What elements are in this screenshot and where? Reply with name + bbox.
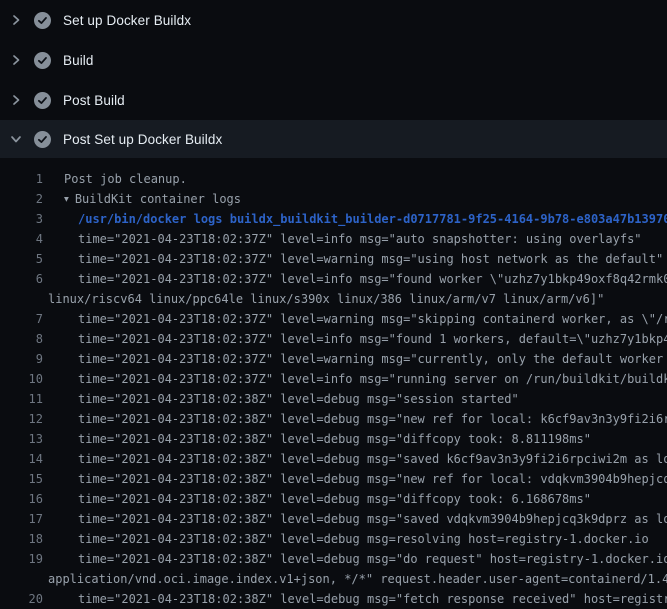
log-line-text: time="2021-04-23T18:02:37Z" level=warnin… xyxy=(48,309,667,329)
log-line-text: linux/riscv64 linux/ppc64le linux/s390x … xyxy=(48,289,667,309)
check-circle-icon xyxy=(34,92,51,109)
log-line: 15time="2021-04-23T18:02:38Z" level=debu… xyxy=(0,469,667,489)
check-circle-icon xyxy=(34,52,51,69)
log-line-number[interactable]: 2 xyxy=(0,189,43,209)
log-line-number[interactable]: 5 xyxy=(0,249,43,269)
log-line: 7time="2021-04-23T18:02:37Z" level=warni… xyxy=(0,309,667,329)
log-line-number-empty xyxy=(0,569,43,589)
log-line-number-empty xyxy=(0,289,43,309)
log-line-number[interactable]: 17 xyxy=(0,509,43,529)
log-line-text: time="2021-04-23T18:02:38Z" level=debug … xyxy=(48,529,667,549)
log-line-number[interactable]: 11 xyxy=(0,389,43,409)
log-line-number[interactable]: 14 xyxy=(0,449,43,469)
log-lines: 1Post job cleanup.2 ▼ BuildKit container l… xyxy=(0,158,667,609)
log-line: 13time="2021-04-23T18:02:38Z" level=debu… xyxy=(0,429,667,449)
log-line-number[interactable]: 13 xyxy=(0,429,43,449)
chevron-right-icon xyxy=(10,94,22,106)
log-line: 9time="2021-04-23T18:02:37Z" level=warni… xyxy=(0,349,667,369)
check-circle-icon xyxy=(34,12,51,29)
log-line-text: time="2021-04-23T18:02:37Z" level=info m… xyxy=(48,229,667,249)
log-line-text: application/vnd.oci.image.index.v1+json,… xyxy=(48,569,667,589)
log-line-text: time="2021-04-23T18:02:38Z" level=debug … xyxy=(48,389,667,409)
log-line-text: time="2021-04-23T18:02:38Z" level=debug … xyxy=(48,429,667,449)
log-line-wrap: linux/riscv64 linux/ppc64le linux/s390x … xyxy=(0,289,667,309)
check-circle-icon xyxy=(34,131,51,148)
log-line-text: time="2021-04-23T18:02:37Z" level=info m… xyxy=(48,329,667,349)
log-line: 20time="2021-04-23T18:02:38Z" level=debu… xyxy=(0,589,667,609)
log-line: 5time="2021-04-23T18:02:37Z" level=warni… xyxy=(0,249,667,269)
log-line-text: time="2021-04-23T18:02:38Z" level=debug … xyxy=(48,409,667,429)
log-line-number[interactable]: 1 xyxy=(0,169,43,189)
log-line: 14time="2021-04-23T18:02:38Z" level=debu… xyxy=(0,449,667,469)
log-line: 11time="2021-04-23T18:02:38Z" level=debu… xyxy=(0,389,667,409)
log-line-text: Post job cleanup. xyxy=(48,169,667,189)
chevron-right-icon xyxy=(10,14,22,26)
log-line-number[interactable]: 7 xyxy=(0,309,43,329)
log-line-number[interactable]: 8 xyxy=(0,329,43,349)
group-collapse-icon[interactable]: ▼ xyxy=(64,190,69,210)
log-line-number[interactable]: 19 xyxy=(0,549,43,569)
step-row-setup-docker-buildx[interactable]: Set up Docker Buildx xyxy=(0,0,667,40)
log-line: 17time="2021-04-23T18:02:38Z" level=debu… xyxy=(0,509,667,529)
step-row-post-setup-docker-buildx[interactable]: Post Set up Docker Buildx xyxy=(0,120,667,158)
log-line-number[interactable]: 9 xyxy=(0,349,43,369)
log-line-text: time="2021-04-23T18:02:38Z" level=debug … xyxy=(48,509,667,529)
log-line-number[interactable]: 6 xyxy=(0,269,43,289)
log-line: 1Post job cleanup. xyxy=(0,169,667,189)
log-line-text: time="2021-04-23T18:02:38Z" level=debug … xyxy=(48,589,667,609)
log-line-number[interactable]: 3 xyxy=(0,209,43,229)
group-title: BuildKit container logs xyxy=(75,192,241,206)
step-row-post-build[interactable]: Post Build xyxy=(0,80,667,120)
log-line: 6time="2021-04-23T18:02:37Z" level=info … xyxy=(0,269,667,289)
log-line-text: ▼ BuildKit container logs xyxy=(48,189,667,209)
log-line-wrap: application/vnd.oci.image.index.v1+json,… xyxy=(0,569,667,589)
log-line-number[interactable]: 18 xyxy=(0,529,43,549)
log-line: 4time="2021-04-23T18:02:37Z" level=info … xyxy=(0,229,667,249)
log-line: 10time="2021-04-23T18:02:37Z" level=info… xyxy=(0,369,667,389)
log-line-text: time="2021-04-23T18:02:38Z" level=debug … xyxy=(48,489,667,509)
log-line-text: time="2021-04-23T18:02:37Z" level=warnin… xyxy=(48,349,667,369)
step-title: Build xyxy=(63,53,94,68)
log-line-text: time="2021-04-23T18:02:38Z" level=debug … xyxy=(48,449,667,469)
log-command-text: /usr/bin/docker logs buildx_buildkit_bui… xyxy=(48,209,667,229)
chevron-down-icon xyxy=(10,133,22,145)
log-line: 16time="2021-04-23T18:02:38Z" level=debu… xyxy=(0,489,667,509)
log-line-number[interactable]: 15 xyxy=(0,469,43,489)
log-line: 19time="2021-04-23T18:02:38Z" level=debu… xyxy=(0,549,667,569)
chevron-right-icon xyxy=(10,54,22,66)
log-line-text: time="2021-04-23T18:02:38Z" level=debug … xyxy=(48,469,667,489)
log-line: 18time="2021-04-23T18:02:38Z" level=debu… xyxy=(0,529,667,549)
log-line: 12time="2021-04-23T18:02:38Z" level=debu… xyxy=(0,409,667,429)
log-line-text: time="2021-04-23T18:02:37Z" level=info m… xyxy=(48,369,667,389)
log-line-number[interactable]: 12 xyxy=(0,409,43,429)
log-line[interactable]: 2 ▼ BuildKit container logs xyxy=(0,189,667,209)
log-line-number[interactable]: 20 xyxy=(0,589,43,609)
log-line-number[interactable]: 16 xyxy=(0,489,43,509)
log-line-number[interactable]: 4 xyxy=(0,229,43,249)
log-line-text: time="2021-04-23T18:02:38Z" level=debug … xyxy=(48,549,667,569)
step-title: Set up Docker Buildx xyxy=(63,13,191,28)
job-steps-list: Set up Docker Buildx Build Post Build Po… xyxy=(0,0,667,158)
log-line: 3/usr/bin/docker logs buildx_buildkit_bu… xyxy=(0,209,667,229)
step-title: Post Build xyxy=(63,93,125,108)
log-line-text: time="2021-04-23T18:02:37Z" level=info m… xyxy=(48,269,667,289)
log-line: 8time="2021-04-23T18:02:37Z" level=info … xyxy=(0,329,667,349)
step-title: Post Set up Docker Buildx xyxy=(63,132,222,147)
log-line-number[interactable]: 10 xyxy=(0,369,43,389)
step-row-build[interactable]: Build xyxy=(0,40,667,80)
log-line-text: time="2021-04-23T18:02:37Z" level=warnin… xyxy=(48,249,667,269)
